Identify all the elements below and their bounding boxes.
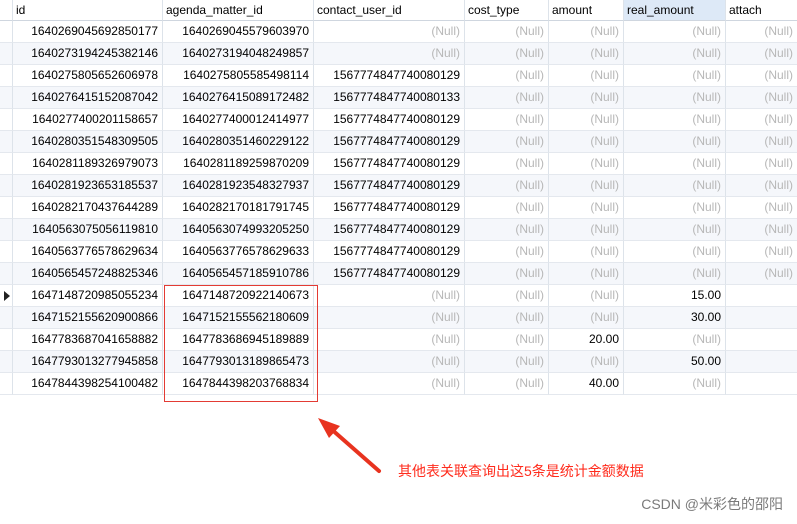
- watermark: CSDN @米彩色的邵阳: [641, 496, 783, 512]
- annotation-arrow: [318, 418, 381, 473]
- annotation-text: 其他表关联查询出这5条是统计金额数据: [398, 463, 644, 479]
